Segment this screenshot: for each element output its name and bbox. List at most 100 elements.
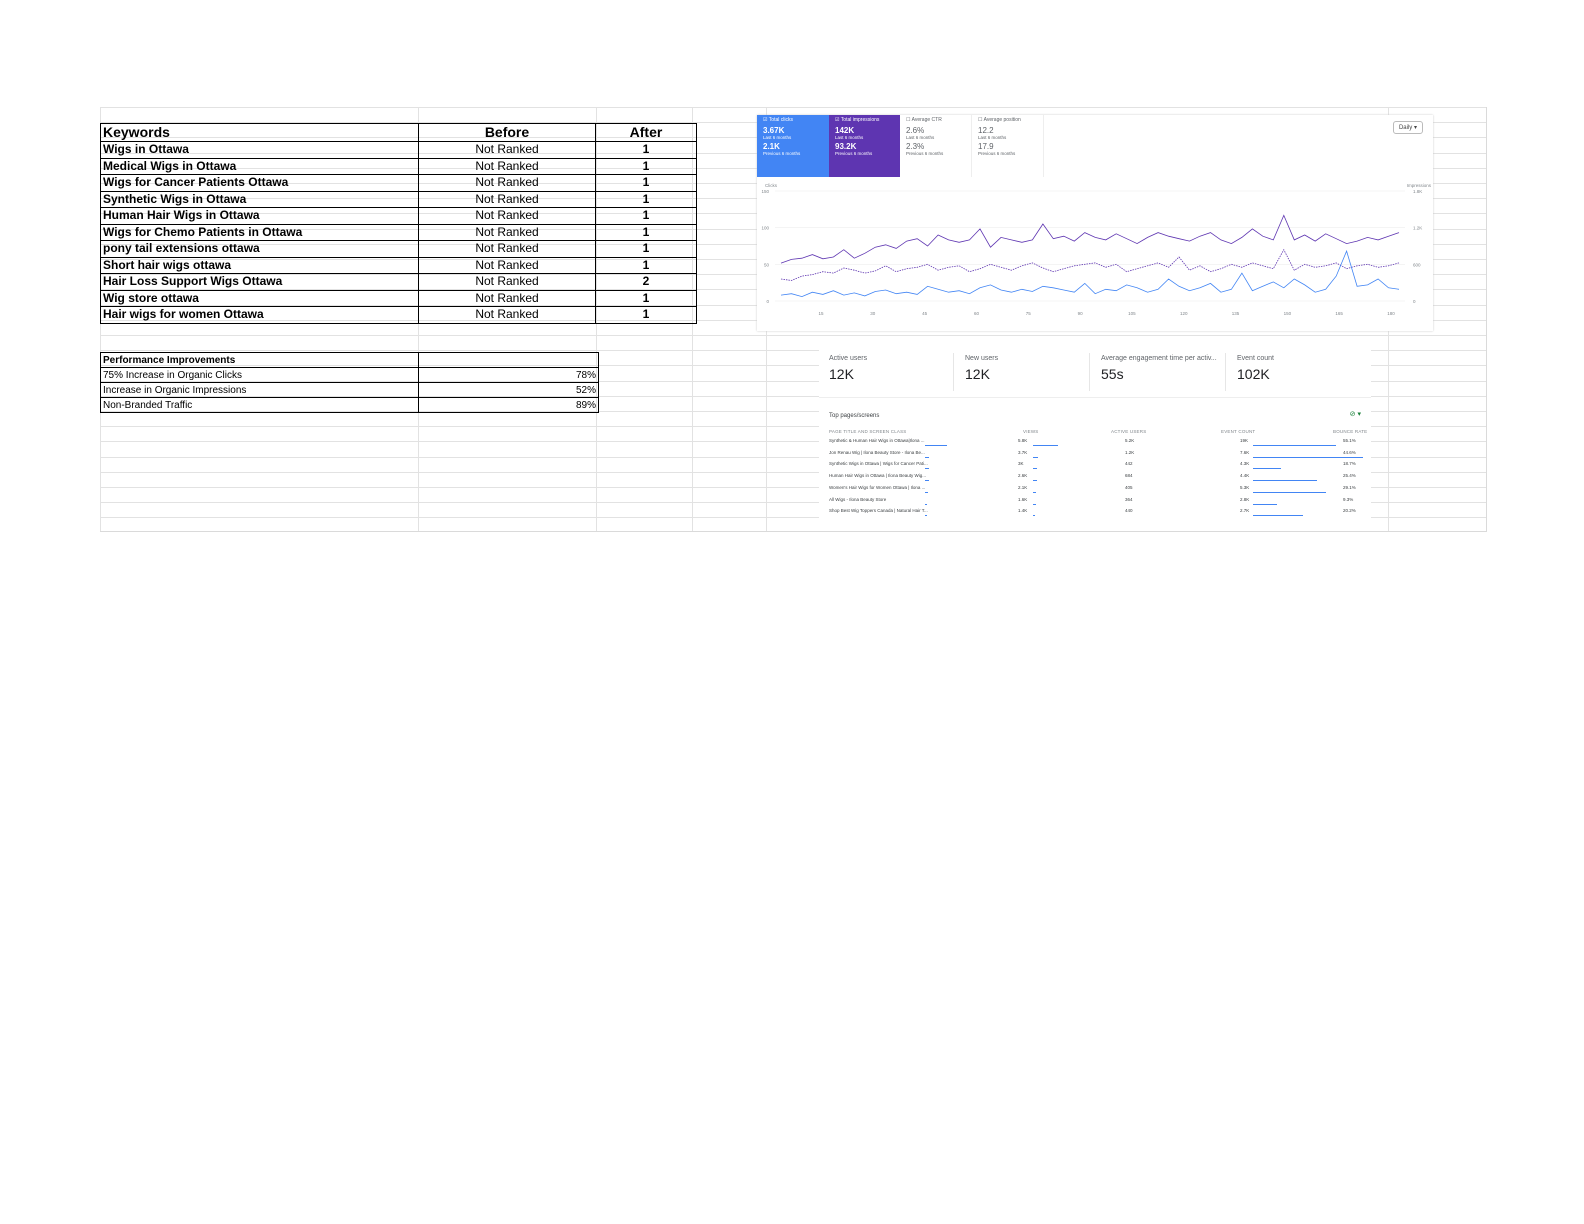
views-cell: 2.6K	[1018, 473, 1028, 479]
keyword-cell[interactable]: Medical Wigs in Ottawa	[100, 157, 419, 175]
col-page-title[interactable]: PAGE TITLE AND SCREEN CLASS	[829, 429, 907, 434]
bounce-rate-cell: 29.1%	[1343, 484, 1356, 490]
after-cell[interactable]: 1	[595, 223, 697, 241]
after-cell[interactable]: 1	[595, 157, 697, 175]
keyword-row: Wig store ottawa Not Ranked 1	[100, 289, 697, 307]
after-cell[interactable]: 1	[595, 256, 697, 274]
keyword-row: Short hair wigs ottawa Not Ranked 1	[100, 256, 697, 274]
keyword-cell[interactable]: Wigs for Chemo Patients in Ottawa	[100, 223, 419, 241]
metric-label: New users	[965, 355, 999, 362]
active-users-cell: 440	[1125, 508, 1133, 514]
metric-active-users: Active users 12K	[829, 355, 867, 382]
performance-title[interactable]: Performance Improvements	[100, 352, 419, 368]
grid-line	[100, 335, 1486, 336]
after-cell[interactable]: 1	[595, 207, 697, 225]
bounce-rate-cell: 55.1%	[1343, 438, 1356, 443]
table-row[interactable]: Human Hair Wigs in Ottawa | Ilona Beauty…	[819, 473, 1371, 485]
after-cell[interactable]: 1	[595, 289, 697, 307]
before-cell[interactable]: Not Ranked	[418, 289, 596, 307]
keyword-row: Hair wigs for women Ottawa Not Ranked 1	[100, 306, 697, 324]
table-row[interactable]: Shop Best Wig Toppers Canada | Natural H…	[819, 508, 1371, 520]
before-cell[interactable]: Not Ranked	[418, 157, 596, 175]
table-row[interactable]: Women's Hair Wigs for Women Ottawa | Ilo…	[819, 485, 1371, 497]
y2-tick-label: 600	[1413, 262, 1421, 267]
daily-dropdown[interactable]: Daily ▾	[1392, 121, 1423, 134]
check-circle-icon[interactable]: ⊘ ▾	[1350, 410, 1361, 418]
top-pages-title: Top pages/screens	[829, 413, 880, 419]
col-bounce-rate[interactable]: BOUNCE RATE	[1333, 429, 1367, 434]
position-value: 12.2	[978, 126, 994, 135]
x-tick-label: 180	[1387, 311, 1395, 316]
before-cell[interactable]: Not Ranked	[418, 174, 596, 192]
before-cell[interactable]: Not Ranked	[418, 223, 596, 241]
position-prev-value: 17.9	[978, 142, 994, 151]
value-bar	[1033, 491, 1036, 493]
performance-label[interactable]: Increase in Organic Impressions	[100, 382, 419, 398]
keyword-cell[interactable]: Wigs for Cancer Patients Ottawa	[100, 174, 419, 192]
before-cell[interactable]: Not Ranked	[418, 240, 596, 258]
checkbox-checked-icon: ☑	[763, 117, 768, 123]
after-cell[interactable]: 2	[595, 273, 697, 291]
keyword-cell[interactable]: Hair Loss Support Wigs Ottawa	[100, 273, 419, 291]
col-event-count[interactable]: EVENT COUNT	[1221, 429, 1255, 434]
performance-label[interactable]: 75% Increase in Organic Clicks	[100, 367, 419, 383]
x-tick-label: 30	[870, 311, 876, 316]
total-impressions-card: ☑ Total impressions 142K Last 6 months 9…	[829, 115, 900, 177]
impressions-label: Total impressions	[840, 117, 880, 123]
after-cell[interactable]: 1	[595, 240, 697, 258]
performance-value[interactable]: 89%	[418, 397, 599, 413]
ctr-label: Average CTR	[911, 117, 942, 123]
keyword-cell[interactable]: Human Hair Wigs in Ottawa	[100, 207, 419, 225]
checkbox-empty-icon: ☐	[906, 117, 911, 123]
before-cell[interactable]: Not Ranked	[418, 306, 596, 324]
event-count-cell: 19K	[1240, 438, 1249, 443]
after-cell[interactable]: 1	[595, 190, 697, 208]
col-views[interactable]: VIEWS	[1023, 429, 1039, 434]
keyword-cell[interactable]: Hair wigs for women Ottawa	[100, 306, 419, 324]
before-cell[interactable]: Not Ranked	[418, 207, 596, 225]
table-row[interactable]: Synthetic & Human Hair Wigs in Ottawa|Il…	[819, 438, 1371, 450]
keyword-cell[interactable]: Wigs in Ottawa	[100, 141, 419, 159]
keyword-cell[interactable]: Short hair wigs ottawa	[100, 256, 419, 274]
after-header[interactable]: After	[595, 123, 697, 142]
y-tick-label: 0	[766, 299, 769, 304]
active-users-cell: 442	[1125, 461, 1133, 467]
col-active-users[interactable]: ACTIVE USERS	[1111, 429, 1146, 434]
before-header[interactable]: Before	[418, 123, 596, 142]
after-cell[interactable]: 1	[595, 174, 697, 192]
y-tick-label: 150	[761, 189, 769, 194]
y2-axis-label: Impressions	[1407, 183, 1432, 188]
performance-row: Non-Branded Traffic 89%	[100, 397, 599, 413]
active-users-cell: 5.2K	[1125, 438, 1135, 443]
before-cell[interactable]: Not Ranked	[418, 190, 596, 208]
value-bar	[1033, 503, 1036, 505]
keyword-row: Medical Wigs in Ottawa Not Ranked 1	[100, 157, 697, 175]
table-row[interactable]: Synthetic Wigs in Ottawa | Wigs for Canc…	[819, 461, 1371, 473]
after-cell[interactable]: 1	[595, 306, 697, 324]
series-line-2	[780, 249, 1400, 298]
value-bar	[1253, 468, 1281, 470]
performance-value[interactable]: 78%	[418, 367, 599, 383]
analytics-screenshot: Active users 12K New users 12K Average eng…	[819, 347, 1371, 531]
performance-row: 75% Increase in Organic Clicks 78%	[100, 367, 599, 383]
event-count-cell: 4.4K	[1240, 473, 1250, 479]
table-row[interactable]: All Wigs - Ilona Beauty Store 1.6K 364 2.8K…	[819, 497, 1371, 509]
after-cell[interactable]: 1	[595, 141, 697, 159]
page-title-cell: Synthetic Wigs in Ottawa | Wigs for Canc…	[829, 461, 928, 467]
before-cell[interactable]: Not Ranked	[418, 141, 596, 159]
keyword-cell[interactable]: pony tail extensions ottawa	[100, 240, 419, 258]
ctr-period: Last 6 months	[906, 135, 935, 140]
ctr-prev-period: Previous 6 months	[906, 151, 944, 156]
table-row[interactable]: Jon Renau Wig | Ilona Beauty Store - Ilo…	[819, 450, 1371, 462]
keyword-cell[interactable]: Synthetic Wigs in Ottawa	[100, 190, 419, 208]
clicks-prev-value: 2.1K	[763, 142, 780, 151]
before-cell[interactable]: Not Ranked	[418, 273, 596, 291]
keyword-cell[interactable]: Wig store ottawa	[100, 289, 419, 307]
performance-label[interactable]: Non-Branded Traffic	[100, 397, 419, 413]
y-tick-label: 100	[761, 226, 769, 231]
performance-value[interactable]: 52%	[418, 382, 599, 398]
keywords-header[interactable]: Keywords	[100, 123, 419, 142]
x-tick-label: 90	[1078, 311, 1084, 316]
performance-title-blank[interactable]	[418, 352, 599, 368]
before-cell[interactable]: Not Ranked	[418, 256, 596, 274]
